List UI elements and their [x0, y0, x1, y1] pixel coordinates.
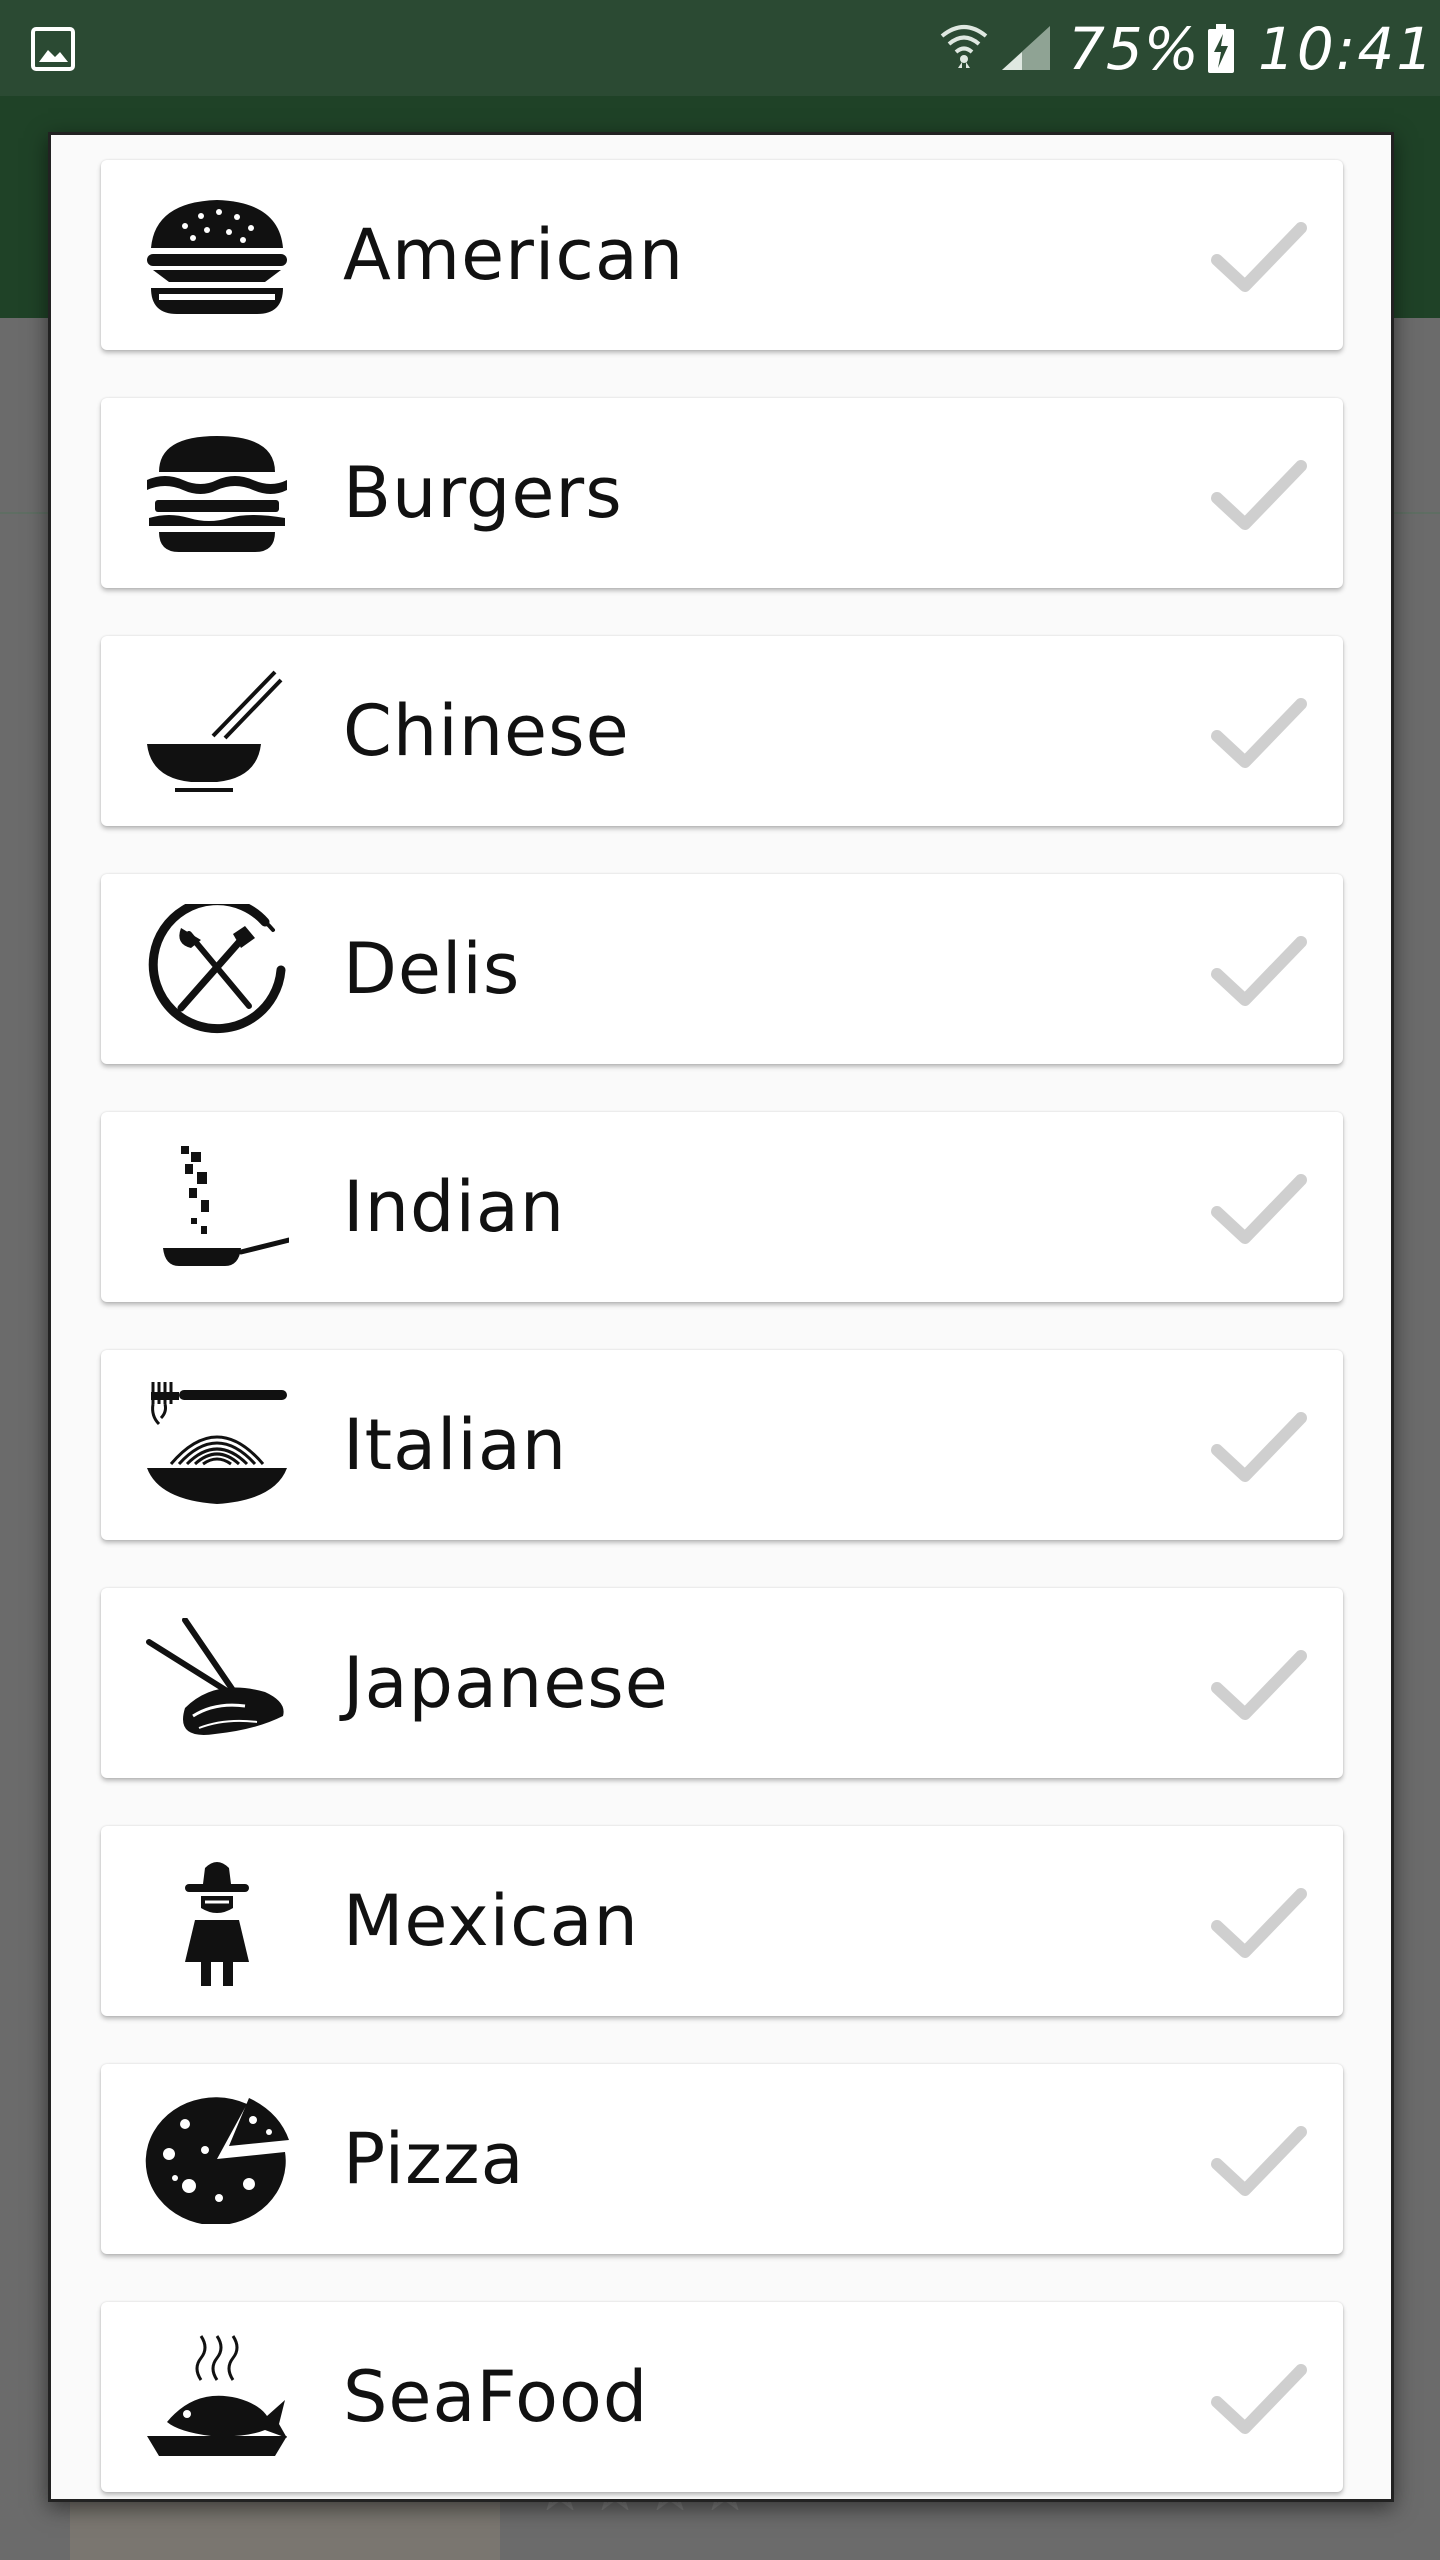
- cuisine-label: SeaFood: [343, 2356, 649, 2438]
- cuisine-item-japanese[interactable]: Japanese: [101, 1588, 1343, 1778]
- bowl-chopsticks-icon: [147, 670, 283, 792]
- status-bar: 75% 10:41: [0, 0, 1440, 96]
- cuisine-item-burgers[interactable]: Burgers: [101, 398, 1343, 588]
- check-icon: [1211, 1412, 1307, 1482]
- check-icon: [1211, 698, 1307, 768]
- cuisine-label: Delis: [343, 928, 521, 1010]
- cuisine-item-seafood[interactable]: SeaFood: [101, 2302, 1343, 2492]
- check-icon: [1211, 460, 1307, 530]
- cuisine-label: Mexican: [343, 1880, 639, 1962]
- cuisine-item-italian[interactable]: Italian: [101, 1350, 1343, 1540]
- pasta-fork-icon: [147, 1382, 287, 1504]
- gallery-icon: [31, 27, 75, 71]
- pizza-icon: [145, 2097, 289, 2224]
- plate-fork-knife-icon: [148, 904, 286, 1034]
- cuisine-item-delis[interactable]: Delis: [101, 874, 1343, 1064]
- wifi-icon: [940, 25, 988, 68]
- signal-icon: [1002, 26, 1050, 70]
- cuisine-label: Italian: [343, 1404, 568, 1486]
- check-icon: [1211, 2126, 1307, 2196]
- cuisine-item-american[interactable]: American: [101, 160, 1343, 350]
- burger-icon: [147, 200, 287, 314]
- check-icon: [1211, 1888, 1307, 1958]
- cuisine-label: American: [343, 214, 685, 296]
- battery-percent: 75%: [1068, 15, 1200, 83]
- fish-plate-icon: [147, 2335, 287, 2456]
- check-icon: [1211, 1174, 1307, 1244]
- check-icon: [1211, 2364, 1307, 2434]
- check-icon: [1211, 936, 1307, 1006]
- cuisine-label: Chinese: [343, 690, 630, 772]
- cuisine-item-pizza[interactable]: Pizza: [101, 2064, 1343, 2254]
- burger-stack-icon: [147, 436, 287, 552]
- clock: 10:41: [1258, 15, 1436, 83]
- check-icon: [1211, 222, 1307, 292]
- cuisine-label: Japanese: [343, 1642, 669, 1724]
- cuisine-item-chinese[interactable]: Chinese: [101, 636, 1343, 826]
- sushi-chopsticks-icon: [146, 1618, 284, 1735]
- cuisine-item-indian[interactable]: Indian: [101, 1112, 1343, 1302]
- check-icon: [1211, 1650, 1307, 1720]
- cuisine-label: Burgers: [343, 452, 623, 534]
- cuisine-item-mexican[interactable]: Mexican: [101, 1826, 1343, 2016]
- sombrero-person-icon: [185, 1862, 249, 1986]
- battery-charging-icon: [1208, 24, 1234, 73]
- cuisine-label: Pizza: [343, 2118, 525, 2200]
- cuisine-picker-dialog: American Burgers Chinese Delis Indian It…: [48, 132, 1394, 2502]
- frying-pan-icon: [163, 1146, 289, 1266]
- cuisine-label: Indian: [343, 1166, 566, 1248]
